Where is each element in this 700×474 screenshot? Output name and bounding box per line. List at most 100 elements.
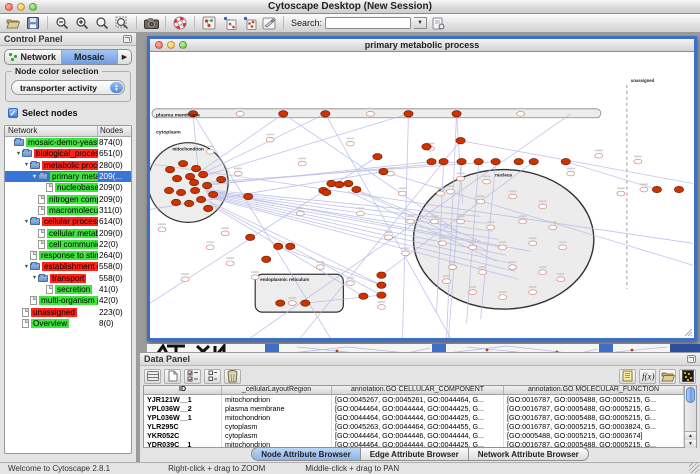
tree-row-nucleobase-[interactable]: nucleobase-209(0) <box>5 182 131 193</box>
table-cell[interactable]: [GO:0045263, GO:0044464, GO:0044455, G..… <box>332 422 504 431</box>
table-cell[interactable]: YJR121W__1 <box>144 395 222 404</box>
network-view-window[interactable]: primary metabolic process plasma membran… <box>147 36 697 341</box>
search-input[interactable] <box>325 17 411 29</box>
tree-row-label[interactable]: cellular process <box>42 217 98 226</box>
tree-row-label[interactable]: cell communicat <box>47 240 98 249</box>
tree-row-cell-communicat[interactable]: cell communicat22(0) <box>5 239 131 250</box>
tree-row-establishment-of-lo[interactable]: ▼establishment of lo558(0) <box>5 261 131 272</box>
search-dropdown-button[interactable]: ▼ <box>414 17 427 29</box>
network-manager-icon[interactable] <box>200 15 218 31</box>
tab-network[interactable]: Network <box>5 50 62 64</box>
tree-header-nodes[interactable]: Nodes <box>98 126 131 136</box>
table-cell[interactable]: [GO:0005488, GO:0005215, GO:0003674] <box>504 431 684 440</box>
table-row[interactable]: YLR295Ccytoplasm[GO:0045263, GO:0044464,… <box>144 422 684 431</box>
tree-row-label[interactable]: response to stimulu <box>39 251 98 260</box>
table-cell[interactable]: [GO:0044464, GO:0044444, GO:0044425, G..… <box>332 413 504 422</box>
tree-row-label[interactable]: biological_process <box>34 149 98 158</box>
network-window-titlebar[interactable]: primary metabolic process <box>150 39 694 52</box>
table-row[interactable]: YJR121W__1mitochondrion[GO:0045267, GO:0… <box>144 395 684 404</box>
table-cell[interactable]: cytoplasm <box>222 422 332 431</box>
table-vertical-scrollbar[interactable]: ▲ ▼ <box>684 386 696 447</box>
help-lifering-icon[interactable] <box>171 15 189 31</box>
table-cell[interactable]: [GO:0045267, GO:0045261, GO:0044464, G..… <box>332 395 504 404</box>
column-header-2[interactable]: annotation.GO CELLULAR_COMPONENT <box>332 386 504 394</box>
tree-row-label[interactable]: Overview <box>31 319 69 328</box>
attribute-checklist-icon[interactable] <box>184 369 201 384</box>
table-cell[interactable]: [GO:0044464, GO:0044446, GO:0044444, G..… <box>332 431 504 440</box>
scroll-up-arrow[interactable]: ▲ <box>685 432 696 440</box>
snapshot-camera-icon[interactable] <box>142 15 160 31</box>
tree-row-label[interactable]: unassigned <box>31 308 77 317</box>
table-cell[interactable]: mitochondrion <box>222 395 332 404</box>
table-cell[interactable]: YDR039C__1 <box>144 440 222 447</box>
annotation-2-icon[interactable] <box>240 15 258 31</box>
tree-row-label[interactable]: macromolecule <box>47 206 98 215</box>
table-cell[interactable]: mitochondrion <box>222 440 332 447</box>
select-attributes-icon[interactable] <box>144 369 161 384</box>
table-row[interactable]: YKR052Ccytoplasm[GO:0044464, GO:0044446,… <box>144 431 684 440</box>
tree-row-response-to-stimulu[interactable]: response to stimulu264(0) <box>5 250 131 261</box>
notes-icon[interactable] <box>619 369 636 384</box>
tab-network-attribute-browser[interactable]: Network Attribute Browser <box>469 447 589 461</box>
table-cell[interactable]: cytoplasm <box>222 431 332 440</box>
table-cell[interactable]: [GO:0016787, GO:0005488, GO:0005215, G..… <box>504 413 684 422</box>
tree-row-cellular-metabo[interactable]: cellular metabo209(0) <box>5 227 131 238</box>
tree-row-cellular-process[interactable]: ▼cellular process614(0) <box>5 216 131 227</box>
tree-expand-arrow[interactable]: ▼ <box>31 275 38 281</box>
tree-row-label[interactable]: secretion <box>55 285 92 294</box>
tree-expand-arrow[interactable]: ▼ <box>15 151 22 157</box>
table-cell[interactable]: [GO:0016787, GO:0005488, GO:0005215, G..… <box>504 395 684 404</box>
tree-row-label[interactable]: nitrogen compo <box>47 195 98 204</box>
table-cell[interactable]: [GO:0016787, GO:0005488, GO:0005215, G..… <box>504 440 684 447</box>
table-cell[interactable]: YKR052C <box>144 431 222 440</box>
attribute-list-icon[interactable] <box>204 369 221 384</box>
search-index-icon[interactable] <box>429 15 447 31</box>
column-header-1[interactable]: _cellularLayoutRegion <box>222 386 332 394</box>
tree-row-label[interactable]: establishment of lo <box>42 262 98 271</box>
tab-mosaic[interactable]: Mosaic <box>62 50 119 64</box>
tree-row-label[interactable]: multi-organism pro <box>39 296 98 305</box>
tab-node-attribute-browser[interactable]: Node Attribute Browser <box>251 447 361 461</box>
node-color-select[interactable]: transporter activity ▲▼ <box>11 80 125 95</box>
float-panel-icon[interactable] <box>687 355 696 363</box>
tree-row-overview[interactable]: Overview8(0) <box>5 318 131 329</box>
tree-row-label[interactable]: nucleobase- <box>55 183 98 192</box>
tree-row-multi-organism-pro[interactable]: multi-organism pro42(0) <box>5 295 131 306</box>
annotation-1-icon[interactable] <box>220 15 238 31</box>
zoom-in-icon[interactable] <box>73 15 91 31</box>
table-cell[interactable]: YPL036W__2 <box>144 404 222 413</box>
tree-expand-arrow[interactable]: ▼ <box>23 162 30 168</box>
column-header-3[interactable]: annotation.GO MOLECULAR_FUNCTION <box>504 386 684 394</box>
table-row[interactable]: YPL036W__1mitochondrion[GO:0044464, GO:0… <box>144 413 684 422</box>
window-resize-grip[interactable] <box>689 463 699 473</box>
tree-row-nitrogen-compo[interactable]: nitrogen compo209(0) <box>5 193 131 204</box>
tree-row-label[interactable]: cellular metabo <box>47 229 98 238</box>
table-cell[interactable]: [GO:0044464, GO:0044444, GO:0044425, G..… <box>332 440 504 447</box>
zoom-out-icon[interactable] <box>53 15 71 31</box>
table-cell[interactable]: YPL036W__1 <box>144 413 222 422</box>
tree-row-mosaic-demo-yeast[interactable]: mosaic-demo-yeast874(0) <box>5 137 131 148</box>
tree-row-macromolecule[interactable]: macromolecule311(0) <box>5 205 131 216</box>
table-cell[interactable]: [GO:0044464, GO:0044444, GO:0044425, G..… <box>332 404 504 413</box>
select-nodes-checkbox[interactable]: ✓ <box>8 108 18 118</box>
zoom-fit-icon[interactable] <box>113 15 131 31</box>
attribute-table-grid[interactable]: ID_cellularLayoutRegionannotation.GO CEL… <box>144 386 684 447</box>
tree-row-biological-process[interactable]: ▼biological_process651(0) <box>5 148 131 159</box>
table-cell[interactable]: mitochondrion <box>222 413 332 422</box>
create-attribute-icon[interactable] <box>164 369 181 384</box>
table-cell[interactable]: YLR295C <box>144 422 222 431</box>
matrix-view-icon[interactable] <box>679 369 696 384</box>
table-cell[interactable]: [GO:0016787, GO:0005215, GO:0003824, G..… <box>504 422 684 431</box>
open-file-icon[interactable] <box>4 15 22 31</box>
table-cell[interactable]: plasma membrane <box>222 404 332 413</box>
column-header-0[interactable]: ID <box>144 386 222 394</box>
scrollbar-thumb[interactable] <box>686 387 695 403</box>
tree-expand-arrow[interactable]: ▼ <box>31 174 38 180</box>
vizmapper-icon[interactable] <box>260 15 278 31</box>
tree-row-unassigned[interactable]: unassigned223(0) <box>5 306 131 317</box>
float-panel-icon[interactable] <box>123 35 132 43</box>
network-canvas[interactable]: plasma membranecytoplasmmitochondrionnuc… <box>150 52 694 338</box>
tree-expand-arrow[interactable]: ▼ <box>23 264 30 270</box>
import-attributes-folder-icon[interactable] <box>659 369 676 384</box>
tree-row-label[interactable]: transport <box>50 274 86 283</box>
